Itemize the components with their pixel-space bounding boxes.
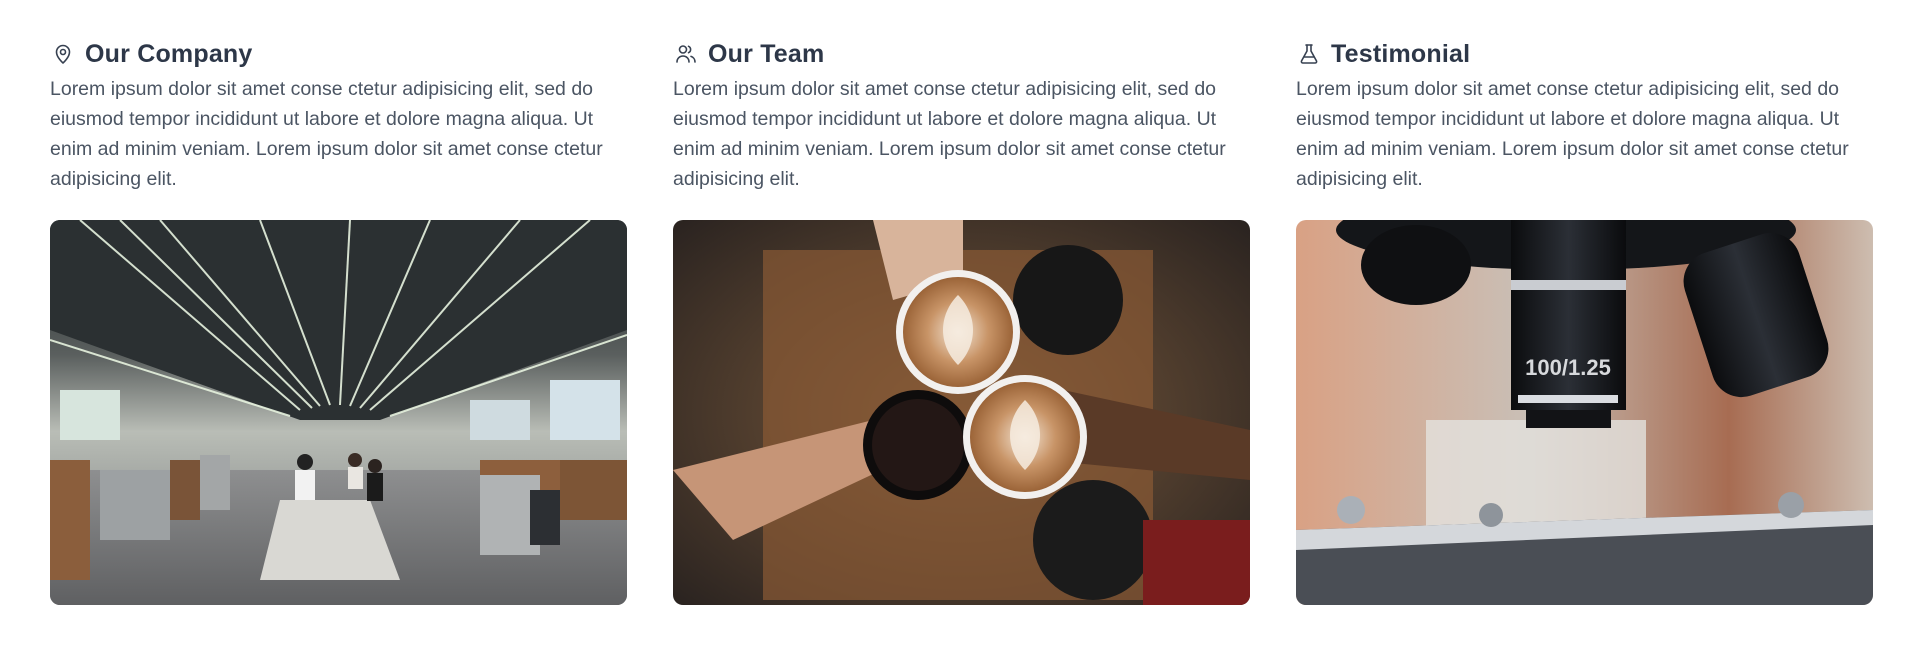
microscope-photo: 100/1.25	[1296, 220, 1873, 605]
card-description: Lorem ipsum dolor sit amet conse ctetur …	[50, 78, 603, 190]
card-header: Our Company	[50, 38, 627, 70]
feature-card-team: Our Team Lorem ipsum dolor sit amet cons…	[673, 38, 1250, 605]
open-office-photo	[50, 220, 627, 605]
card-description: Lorem ipsum dolor sit amet conse ctetur …	[1296, 78, 1849, 190]
card-title: Our Company	[85, 39, 253, 68]
card-title: Our Team	[708, 39, 825, 68]
feature-cards: Our Company Lorem ipsum dolor sit amet c…	[50, 38, 1873, 605]
feature-card-testimonial: Testimonial Lorem ipsum dolor sit amet c…	[1296, 38, 1873, 605]
card-title: Testimonial	[1331, 39, 1471, 68]
feature-card-company: Our Company Lorem ipsum dolor sit amet c…	[50, 38, 627, 605]
coffee-cups-toast-photo	[673, 220, 1250, 605]
features-section: Our Company Lorem ipsum dolor sit amet c…	[0, 0, 1910, 655]
map-pin-icon	[50, 41, 76, 67]
card-description: Lorem ipsum dolor sit amet conse ctetur …	[673, 78, 1226, 190]
card-header: Testimonial	[1296, 38, 1873, 70]
users-icon	[673, 41, 699, 67]
flask-icon	[1296, 41, 1322, 67]
card-header: Our Team	[673, 38, 1250, 70]
objective-label: 100/1.25	[1525, 355, 1611, 380]
